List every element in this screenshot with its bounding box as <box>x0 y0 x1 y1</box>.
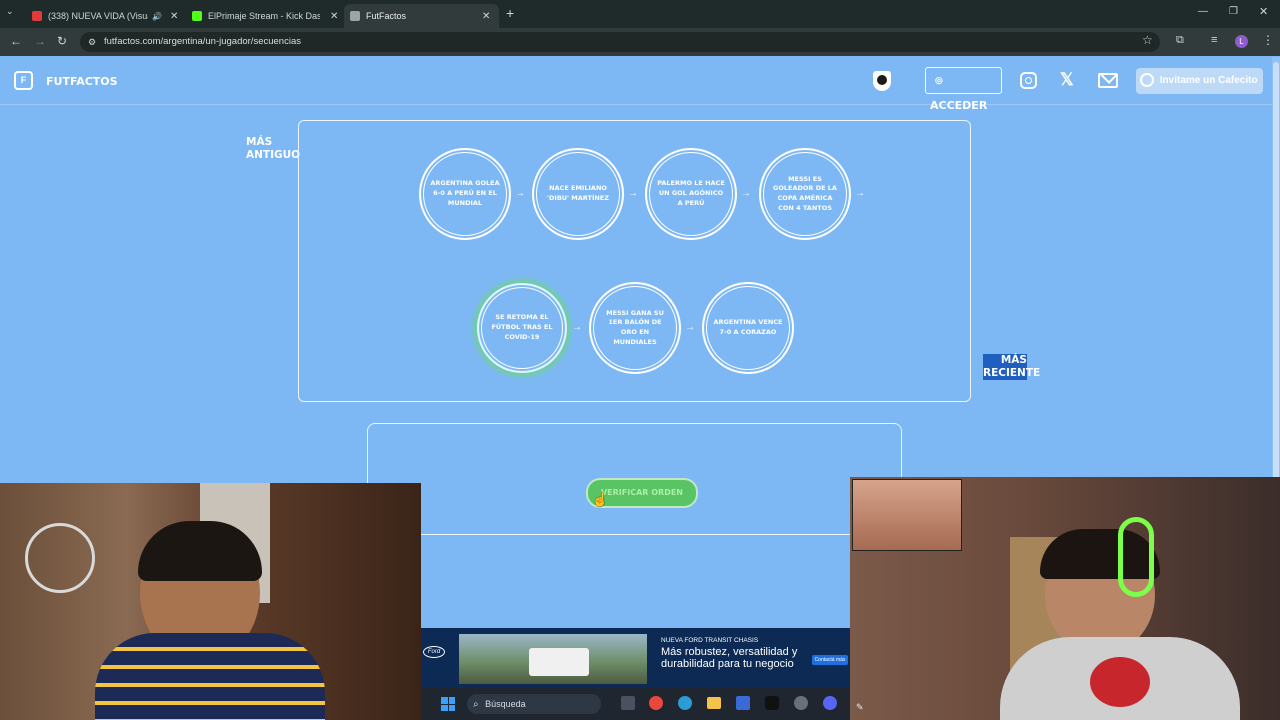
file-explorer-icon[interactable] <box>707 697 721 709</box>
windows-taskbar: ⌕ Búsqueda <box>421 688 850 720</box>
mail-icon[interactable] <box>1098 73 1118 88</box>
ad-banner[interactable]: Ford NUEVA FORD TRANSIT CHASIS Más robus… <box>421 628 850 688</box>
discord-icon[interactable] <box>823 696 837 710</box>
browser-menu-icon[interactable]: ⋮ <box>1262 33 1274 47</box>
steam-icon[interactable] <box>794 696 808 710</box>
site-info-icon[interactable]: ⚙ <box>88 32 96 52</box>
close-window-icon[interactable]: ✕ <box>1259 5 1268 18</box>
label-oldest: MÁS ANTIGUO <box>246 136 301 162</box>
tv-screen <box>852 479 962 551</box>
tab-list-chevron-icon[interactable]: ⌄ <box>6 6 14 17</box>
url-field[interactable]: ⚙ futfactos.com/argentina/un-jugador/sec… <box>80 32 1160 52</box>
tab-label: (338) NUEVA VIDA (Visualiz <box>48 11 148 21</box>
event-card-selected[interactable]: SE RETOMA EL FÚTBOL TRAS EL COVID-19 <box>477 283 567 373</box>
event-card[interactable]: ARGENTINA GOLEA 6-0 A PERÚ EN EL MUNDIAL <box>419 148 511 240</box>
webcam-left <box>0 483 421 720</box>
bookmark-star-icon[interactable]: ☆ <box>1142 33 1153 47</box>
arrow-right-icon: → <box>572 322 582 333</box>
login-button[interactable]: ◎ ACCEDER <box>925 67 1002 112</box>
instagram-icon[interactable] <box>1020 72 1037 89</box>
fan-icon <box>25 523 95 593</box>
store-icon[interactable] <box>736 696 750 710</box>
arrow-right-icon: → <box>741 188 751 199</box>
arrow-right-icon: → <box>515 188 525 199</box>
arrow-right-icon: → <box>628 188 638 199</box>
tab-youtube[interactable]: (338) NUEVA VIDA (Visualiz 🔊 ✕ <box>26 4 181 28</box>
event-card[interactable]: MESSI ES GOLEADOR DE LA COPA AMÉRICA CON… <box>759 148 851 240</box>
ad-cta-button[interactable]: Contactá más <box>812 655 848 665</box>
chrome-icon[interactable] <box>649 696 663 710</box>
taskbar-search[interactable]: ⌕ Búsqueda <box>467 694 601 714</box>
ad-image <box>459 634 647 684</box>
label-most-recent: MÁS RECIENTE <box>983 354 1041 381</box>
browser-tab-strip: ⌄ (338) NUEVA VIDA (Visualiz 🔊 ✕ ElPrima… <box>0 0 1280 28</box>
kick-icon <box>192 11 202 21</box>
club-shield-icon[interactable] <box>873 71 891 91</box>
media-controls-icon[interactable]: ≡ <box>1211 34 1217 46</box>
site-header <box>0 57 1272 105</box>
event-card[interactable]: ARGENTINA VENCE 7-0 A CORAZAO <box>702 282 794 374</box>
x-twitter-icon[interactable]: 𝕏 <box>1060 70 1074 90</box>
hand-cursor-icon: ☝ <box>592 492 609 507</box>
webcam-right: ✎ <box>850 477 1280 720</box>
url-text: futfactos.com/argentina/un-jugador/secue… <box>104 36 301 47</box>
back-icon[interactable]: ← <box>10 34 22 48</box>
close-tab-icon[interactable]: ✕ <box>482 11 490 22</box>
task-view-icon[interactable] <box>621 696 635 710</box>
login-label: ACCEDER <box>930 99 988 112</box>
user-icon: ◎ <box>935 75 943 85</box>
futfactos-logo-icon[interactable]: F <box>14 71 33 90</box>
windows-start-icon[interactable] <box>441 697 455 711</box>
arrow-right-icon: → <box>685 322 695 333</box>
event-card[interactable]: MESSI GANA SU 1ER BALÓN DE ORO EN MUNDIA… <box>589 282 681 374</box>
close-tab-icon[interactable]: ✕ <box>330 11 338 22</box>
edit-icon[interactable]: ✎ <box>856 702 864 713</box>
minimize-icon[interactable]: — <box>1198 6 1208 17</box>
restore-icon[interactable]: ❐ <box>1229 6 1238 17</box>
cafecito-icon <box>1140 73 1154 88</box>
event-card[interactable]: PALERMO LE HACE UN GOL AGÓNICO A PERÚ <box>645 148 737 240</box>
youtube-icon <box>32 11 42 21</box>
taskbar-search-label: Búsqueda <box>485 699 526 709</box>
close-tab-icon[interactable]: ✕ <box>170 11 178 22</box>
capcut-icon[interactable] <box>765 696 779 710</box>
extensions-icon[interactable]: ⧉ <box>1176 34 1184 47</box>
tab-label: FutFactos <box>366 11 407 21</box>
cafecito-button[interactable]: Invitame un Cafecito <box>1136 68 1263 94</box>
headset-icon <box>1118 517 1154 597</box>
forward-icon[interactable]: → <box>34 34 46 48</box>
speaker-icon[interactable]: 🔊 <box>152 12 162 21</box>
search-icon: ⌕ <box>473 699 479 710</box>
ad-headline: NUEVA FORD TRANSIT CHASIS <box>661 637 759 644</box>
brand-name[interactable]: FUTFACTOS <box>46 75 118 88</box>
ford-logo: Ford <box>423 646 445 658</box>
cafecito-label: Invitame un Cafecito <box>1159 75 1258 86</box>
tab-label: ElPrimaje Stream - Kick Dashbo <box>208 11 320 21</box>
arrow-right-icon: → <box>855 188 865 199</box>
futfactos-icon <box>350 11 360 21</box>
profile-avatar[interactable]: L <box>1235 35 1248 48</box>
reload-icon[interactable]: ↻ <box>57 34 67 48</box>
edge-icon[interactable] <box>678 696 692 710</box>
event-card[interactable]: NACE EMILIANO 'DIBU' MARTÍNEZ <box>532 148 624 240</box>
tab-futfactos[interactable]: FutFactos ✕ <box>344 4 499 28</box>
tab-kick[interactable]: ElPrimaje Stream - Kick Dashbo ✕ <box>186 4 341 28</box>
new-tab-icon[interactable]: + <box>506 6 514 20</box>
ad-body: Más robustez, versatilidad y durabilidad… <box>661 646 798 670</box>
